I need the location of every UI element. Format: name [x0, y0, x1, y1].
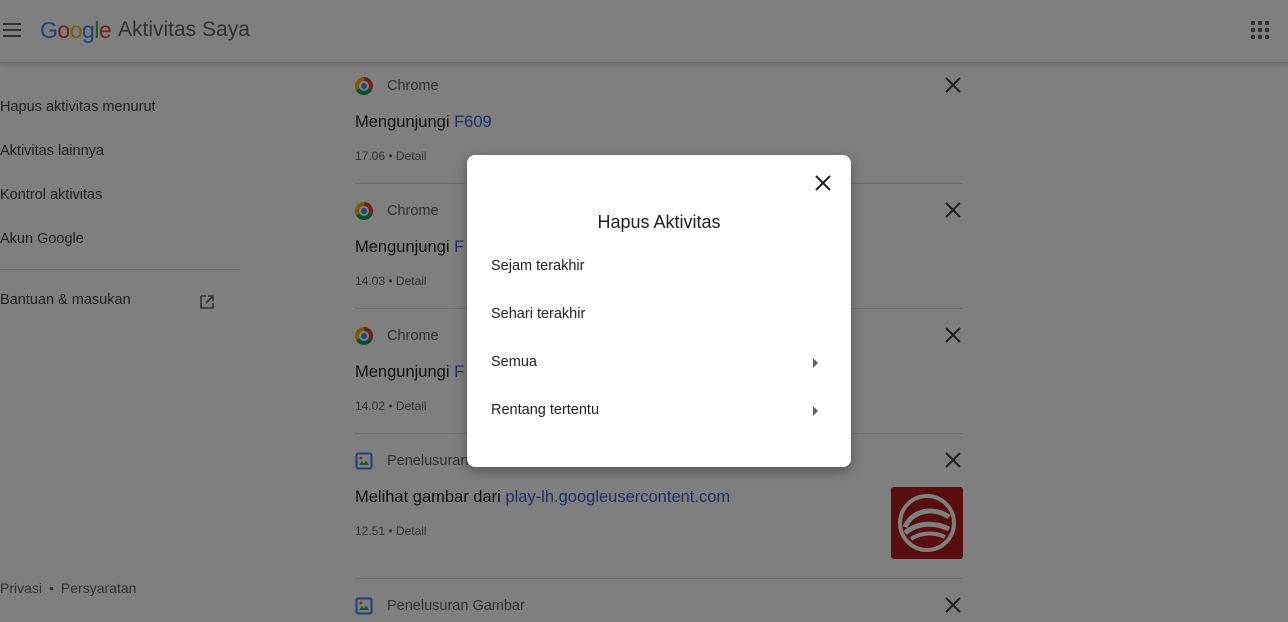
option-label: Sejam terakhir	[491, 258, 585, 274]
option-label: Sehari terakhir	[491, 306, 586, 322]
option-label: Rentang tertentu	[491, 402, 600, 418]
option-last-hour[interactable]: Sejam terakhir	[467, 245, 851, 289]
delete-activity-dialog: Hapus Aktivitas Sejam terakhir Sehari te…	[467, 155, 851, 467]
option-last-day[interactable]: Sehari terakhir	[467, 293, 851, 337]
option-custom-range[interactable]: Rentang tertentu	[467, 389, 851, 433]
chevron-right-icon	[813, 358, 818, 368]
dialog-title: Hapus Aktivitas	[597, 212, 721, 232]
chevron-right-icon	[813, 406, 818, 416]
option-label: Semua	[491, 354, 537, 370]
option-all-time[interactable]: Semua	[467, 341, 851, 385]
dialog-close-icon[interactable]	[812, 172, 834, 194]
